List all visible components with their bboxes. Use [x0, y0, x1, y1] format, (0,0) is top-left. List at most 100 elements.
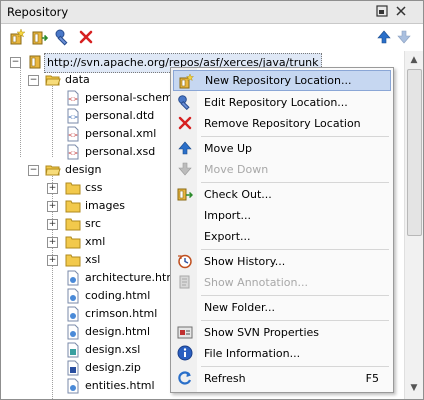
html-file-icon: [65, 270, 81, 286]
zip-file-icon: [65, 360, 81, 376]
menu-item-label: Export...: [204, 230, 251, 243]
file-label: design.html: [85, 325, 151, 338]
folder-open-icon: [45, 72, 61, 88]
menu-item-label: Move Down: [204, 163, 269, 176]
folder-icon: [65, 180, 81, 196]
expand-toggle[interactable]: +: [47, 219, 58, 230]
context-menu: New Repository Location... Edit Reposito…: [170, 67, 394, 393]
file-label: personal.xml: [85, 127, 157, 140]
menu-item-label: Show History...: [204, 255, 286, 268]
svg-text:<>: <>: [68, 114, 78, 121]
expand-toggle[interactable]: +: [47, 183, 58, 194]
move-down-icon[interactable]: [395, 28, 413, 46]
menu-separator: [201, 295, 389, 296]
menu-item-refresh[interactable]: Refresh F5: [173, 368, 391, 389]
html-file-icon: [65, 378, 81, 394]
tree-connector: [52, 81, 53, 157]
menu-item-show-history[interactable]: Show History...: [173, 251, 391, 272]
folder-label: xsl: [85, 253, 101, 266]
menu-item-label: Remove Repository Location: [204, 117, 361, 130]
move-up-icon: [177, 140, 193, 156]
menu-item-check-out[interactable]: Check Out...: [173, 184, 391, 205]
move-down-icon: [177, 161, 193, 177]
folder-label: design: [65, 163, 102, 176]
xml-file-icon: <>: [65, 108, 81, 124]
folder-open-icon: [45, 162, 61, 178]
folder-label: css: [85, 181, 103, 194]
xml-file-icon: <>: [65, 144, 81, 160]
folder-icon: [65, 216, 81, 232]
maximize-icon[interactable]: [375, 5, 389, 19]
svg-text:<>: <>: [68, 96, 78, 103]
annotation-icon: [177, 274, 193, 290]
menu-item-label: Edit Repository Location...: [204, 96, 348, 109]
scroll-up-arrow-icon[interactable]: ▲: [407, 53, 421, 67]
panel-titlebar: Repository: [1, 1, 423, 24]
menu-item-label: Show SVN Properties: [204, 326, 320, 339]
file-label: coding.html: [85, 289, 151, 302]
folder-label: data: [65, 73, 90, 86]
history-icon: [177, 253, 193, 269]
edit-location-icon: [177, 94, 193, 111]
menu-item-label: Move Up: [204, 142, 253, 155]
menu-item-move-down[interactable]: Move Down: [173, 159, 391, 180]
file-label: design.zip: [85, 361, 141, 374]
repository-panel: Repository − http://svn.apache.org/repos…: [0, 0, 424, 400]
properties-icon: [177, 324, 193, 340]
collapse-toggle[interactable]: −: [10, 57, 21, 68]
folder-label: images: [85, 199, 125, 212]
menu-item-move-up[interactable]: Move Up: [173, 138, 391, 159]
svg-text:<>: <>: [68, 132, 78, 139]
folder-icon: [65, 234, 81, 250]
file-label: crimson.html: [85, 307, 158, 320]
menu-separator: [201, 366, 389, 367]
menu-item-file-information[interactable]: File Information...: [173, 343, 391, 364]
folder-icon: [65, 198, 81, 214]
collapse-toggle[interactable]: −: [28, 165, 39, 176]
collapse-toggle[interactable]: −: [28, 75, 39, 86]
menu-item-label: New Repository Location...: [205, 74, 352, 87]
repository-icon: [27, 54, 43, 70]
scroll-down-arrow-icon[interactable]: ▼: [407, 381, 421, 395]
file-label: architecture.html: [85, 271, 181, 284]
expand-toggle[interactable]: +: [47, 201, 58, 212]
menu-item-new-folder[interactable]: New Folder...: [173, 297, 391, 318]
scroll-thumb[interactable]: [407, 69, 422, 236]
file-label: entities.html: [85, 379, 155, 392]
move-up-icon[interactable]: [375, 28, 393, 46]
menu-separator: [201, 182, 389, 183]
new-location-icon: [178, 73, 195, 89]
folder-label: src: [85, 217, 102, 230]
new-location-icon[interactable]: [8, 28, 26, 46]
checkout-icon: [177, 186, 194, 202]
remove-icon[interactable]: [77, 28, 95, 46]
menu-item-edit-repository-location[interactable]: Edit Repository Location...: [173, 92, 391, 113]
close-icon[interactable]: [394, 5, 408, 19]
menu-separator: [201, 249, 389, 250]
edit-location-icon[interactable]: [54, 28, 72, 46]
html-file-icon: [65, 288, 81, 304]
html-file-icon: [65, 306, 81, 322]
tree-vertical-scrollbar[interactable]: ▲ ▼: [404, 51, 423, 399]
menu-item-remove-repository-location[interactable]: Remove Repository Location: [173, 113, 391, 134]
menu-separator: [201, 136, 389, 137]
expand-toggle[interactable]: +: [47, 237, 58, 248]
svg-text:<>: <>: [68, 150, 78, 157]
menu-item-export[interactable]: Export...: [173, 226, 391, 247]
menu-item-show-svn-properties[interactable]: Show SVN Properties: [173, 322, 391, 343]
refresh-icon: [177, 370, 193, 386]
checkout-icon[interactable]: [31, 28, 49, 46]
remove-icon: [177, 115, 193, 131]
menu-item-label: Check Out...: [204, 188, 272, 201]
file-label: personal.dtd: [85, 109, 155, 122]
expand-toggle[interactable]: +: [47, 255, 58, 266]
repository-toolbar: [1, 24, 423, 50]
file-label: personal.xsd: [85, 145, 156, 158]
menu-item-show-annotation[interactable]: Show Annotation...: [173, 272, 391, 293]
menu-item-label: Show Annotation...: [204, 276, 308, 289]
xml-file-icon: <>: [65, 90, 81, 106]
folder-icon: [65, 252, 81, 268]
menu-item-new-repository-location[interactable]: New Repository Location...: [173, 70, 391, 91]
folder-label: xml: [85, 235, 106, 248]
menu-item-import[interactable]: Import...: [173, 205, 391, 226]
